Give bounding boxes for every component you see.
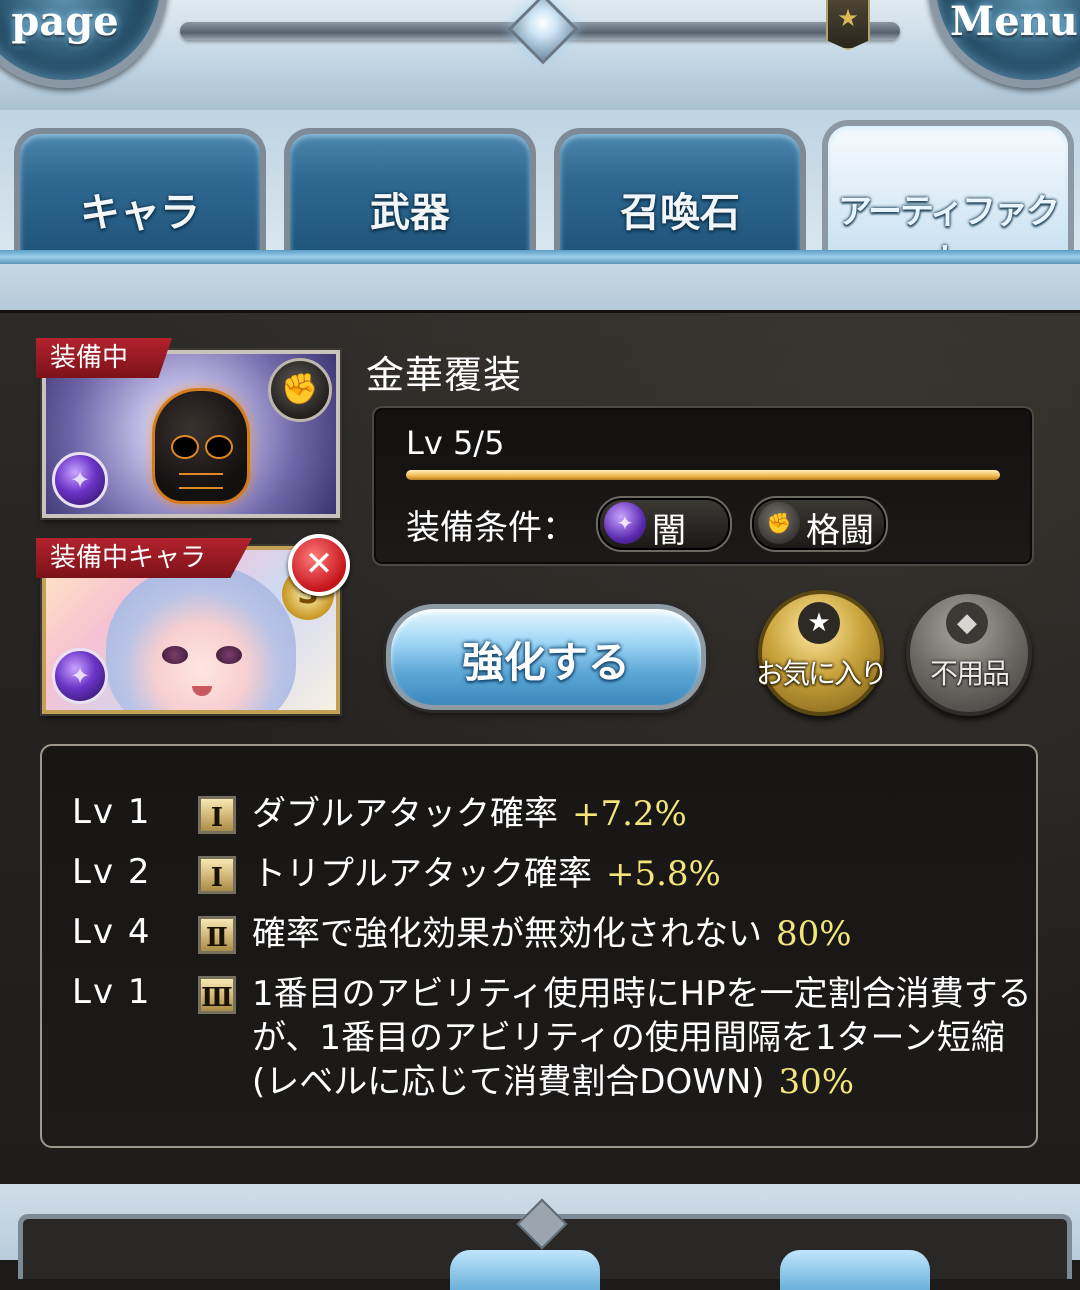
skill-level: Lv 2 bbox=[72, 852, 152, 892]
tab-chara[interactable]: キャラ bbox=[14, 128, 266, 254]
header-crystal-ornament bbox=[507, 0, 579, 65]
skull-eye bbox=[205, 435, 233, 459]
tab-underline-bar bbox=[0, 250, 1080, 264]
skill-description: トリプルアタック確率 +5.8% bbox=[252, 852, 1052, 896]
skill-value: 80% bbox=[776, 914, 852, 954]
tab-artifact[interactable]: アーティファクト bbox=[822, 120, 1074, 281]
skill-tier-badge: Ⅰ bbox=[198, 856, 236, 894]
skill-text: トリプルアタック確率 bbox=[252, 854, 592, 894]
fist-icon: ✊ bbox=[758, 502, 800, 544]
favorite-label: お気に入り bbox=[755, 657, 888, 690]
tab-label: 召喚石 bbox=[620, 190, 740, 236]
menu-orb-button[interactable]: Menu bbox=[928, 0, 1080, 88]
skill-description: 確率で強化効果が無効化されない 80% bbox=[252, 912, 1052, 956]
bottom-button-right[interactable] bbox=[780, 1250, 930, 1290]
skull-teeth bbox=[179, 473, 223, 489]
favorite-button[interactable]: ★ お気に入り bbox=[756, 590, 888, 716]
dark-element-icon: ✦ bbox=[604, 502, 646, 544]
star-icon: ★ bbox=[798, 602, 840, 644]
menu-orb-label: Menu bbox=[950, 0, 1078, 45]
top-header: ★ page Menu bbox=[0, 0, 1080, 110]
condition-label: 闇 bbox=[652, 511, 686, 551]
skill-text: 1番目のアビリティ使用時にHPを一定割合消費するが、1番目のアビリティの使用間隔… bbox=[252, 974, 1032, 1102]
skull-mask-image bbox=[152, 388, 250, 504]
level-progress-track bbox=[406, 470, 1000, 480]
junk-label: 不用品 bbox=[929, 657, 1010, 690]
skill-value: +5.8% bbox=[606, 854, 721, 894]
page-orb-label: page bbox=[11, 0, 119, 45]
artifact-info-box: Lv 5/5 装備条件： ✦ 闇 ✊ 格闘 bbox=[372, 406, 1034, 566]
character-eye bbox=[162, 646, 188, 664]
skill-text: 確率で強化効果が無効化されない bbox=[252, 914, 762, 954]
artifact-skills-box: Lv 1 Ⅰ ダブルアタック確率 +7.2% Lv 2 Ⅰ トリプルアタック確率 +… bbox=[40, 744, 1038, 1148]
artifact-name: 金華覆装 bbox=[366, 353, 523, 397]
condition-chip-weapon: ✊ 格闘 bbox=[750, 496, 888, 552]
bottom-frame-strip bbox=[0, 1184, 1080, 1290]
tab-label: キャラ bbox=[80, 190, 200, 236]
equipped-character-banner: 装備中キャラ bbox=[36, 538, 252, 578]
category-tabs: キャラ 武器 召喚石 アーティファクト bbox=[0, 110, 1080, 310]
skill-tier-badge: Ⅱ bbox=[198, 916, 236, 954]
enhance-label: 強化する bbox=[461, 638, 630, 687]
skill-value: +7.2% bbox=[572, 794, 687, 834]
skill-value: 30% bbox=[778, 1062, 855, 1102]
character-portrait bbox=[106, 564, 296, 710]
equipped-banner: 装備中 bbox=[36, 338, 172, 378]
skill-text: ダブルアタック確率 bbox=[252, 794, 558, 834]
skull-eye bbox=[171, 435, 199, 459]
condition-chip-element: ✦ 闇 bbox=[596, 496, 732, 552]
dark-element-icon: ✦ bbox=[52, 648, 108, 704]
close-icon: ✕ bbox=[304, 544, 334, 584]
junk-button[interactable]: ◆ 不用品 bbox=[906, 590, 1032, 716]
skill-description: 1番目のアビリティ使用時にHPを一定割合消費するが、1番目のアビリティの使用間隔… bbox=[252, 972, 1052, 1104]
enhance-button[interactable]: 強化する bbox=[386, 604, 706, 710]
skill-level: Lv 4 bbox=[72, 912, 152, 952]
equip-condition-label: 装備条件： bbox=[406, 508, 576, 548]
junk-icon: ◆ bbox=[946, 602, 988, 644]
character-mouth bbox=[192, 686, 212, 696]
skill-level: Lv 1 bbox=[72, 792, 152, 832]
dark-element-icon: ✦ bbox=[52, 452, 108, 508]
skill-tier-badge: Ⅲ bbox=[198, 976, 236, 1014]
condition-label: 格闘 bbox=[806, 511, 874, 551]
artifact-level: Lv 5/5 bbox=[406, 424, 505, 462]
skill-tier-badge: Ⅰ bbox=[198, 796, 236, 834]
tab-label: 武器 bbox=[370, 190, 450, 236]
star-icon: ★ bbox=[837, 4, 859, 32]
character-eye bbox=[216, 646, 242, 664]
rank-badge[interactable]: ★ bbox=[826, 0, 870, 50]
unequip-button[interactable]: ✕ bbox=[288, 534, 350, 596]
skill-level: Lv 1 bbox=[72, 972, 152, 1012]
bottom-button-left[interactable] bbox=[450, 1250, 600, 1290]
fist-icon: ✊ bbox=[268, 358, 332, 422]
level-progress-fill bbox=[406, 470, 1000, 480]
tab-bar-base bbox=[0, 264, 1080, 310]
page-orb-button[interactable]: page bbox=[0, 0, 168, 88]
skill-description: ダブルアタック確率 +7.2% bbox=[252, 792, 1052, 836]
tab-weapon[interactable]: 武器 bbox=[284, 128, 536, 254]
tab-summon[interactable]: 召喚石 bbox=[554, 128, 806, 254]
